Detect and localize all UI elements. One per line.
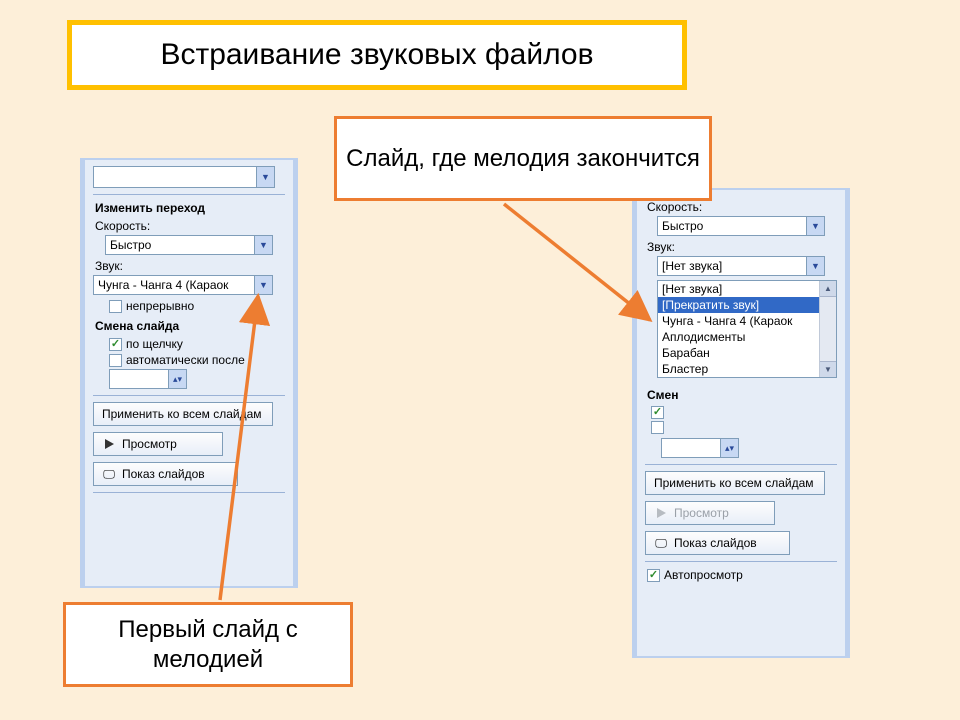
transition-panel-right: Скорость: Быстро ▼ Звук: [Нет звука] ▼ [… — [632, 188, 850, 658]
slideshow-label: Показ слайдов — [122, 467, 205, 481]
preview-label-r: Просмотр — [674, 506, 729, 520]
loop-checkbox[interactable] — [109, 300, 122, 313]
list-item[interactable]: Чунга - Чанга 4 (Караок — [658, 313, 836, 329]
chevron-down-icon: ▼ — [254, 276, 272, 294]
play-icon — [654, 506, 668, 520]
preview-label: Просмотр — [122, 437, 177, 451]
slide-title-text: Встраивание звуковых файлов — [160, 38, 593, 72]
list-item[interactable]: [Прекратить звук] — [658, 297, 836, 313]
apply-all-button-r[interactable]: Применить ко всем слайдам — [645, 471, 825, 495]
on-click-checkbox[interactable]: ✓ — [109, 338, 122, 351]
auto-after-label: автоматически после — [126, 353, 245, 367]
auto-after-time-r[interactable]: ▴▾ — [661, 438, 739, 458]
top-dropdown[interactable]: ▼ — [93, 166, 275, 188]
callout-first-slide: Первый слайд с мелодией — [63, 602, 353, 687]
section-advance: Смена слайда — [95, 319, 285, 333]
spinner-icon: ▴▾ — [168, 370, 186, 388]
auto-after-checkbox[interactable] — [109, 354, 122, 367]
speed-dropdown-r[interactable]: Быстро ▼ — [657, 216, 825, 236]
apply-all-button[interactable]: Применить ко всем слайдам — [93, 402, 273, 426]
list-item[interactable]: [Нет звука] — [658, 281, 836, 297]
scrollbar[interactable]: ▲ ▼ — [819, 281, 836, 377]
chevron-down-icon: ▼ — [806, 217, 824, 235]
sound-option-list[interactable]: [Нет звука] [Прекратить звук] Чунга - Ча… — [657, 280, 837, 378]
list-item[interactable]: Бластер — [658, 361, 836, 377]
sound-value-r: [Нет звука] — [658, 259, 806, 273]
speed-label: Скорость: — [95, 219, 285, 233]
chevron-down-icon: ▼ — [806, 257, 824, 275]
scroll-up-icon[interactable]: ▲ — [820, 281, 836, 297]
loop-label: непрерывно — [126, 299, 194, 313]
sound-label: Звук: — [95, 259, 285, 273]
section-advance-r: Смен — [647, 388, 673, 402]
sound-dropdown-r[interactable]: [Нет звука] ▼ — [657, 256, 825, 276]
sound-dropdown[interactable]: Чунга - Чанга 4 (Караок ▼ — [93, 275, 273, 295]
slideshow-label-r: Показ слайдов — [674, 536, 757, 550]
auto-after-checkbox-r[interactable] — [651, 421, 664, 434]
speed-dropdown[interactable]: Быстро ▼ — [105, 235, 273, 255]
autopreview-checkbox[interactable]: ✓ — [647, 569, 660, 582]
chevron-down-icon: ▼ — [256, 167, 274, 187]
chevron-down-icon: ▼ — [254, 236, 272, 254]
on-click-checkbox-r[interactable]: ✓ — [651, 406, 664, 419]
transition-panel-left: ▼ Изменить переход Скорость: Быстро ▼ Зв… — [80, 158, 298, 588]
list-item[interactable]: Аплодисменты — [658, 329, 836, 345]
sound-label-r: Звук: — [647, 240, 837, 254]
apply-all-label-r: Применить ко всем слайдам — [654, 476, 814, 490]
scroll-down-icon[interactable]: ▼ — [820, 361, 836, 377]
slide-title: Встраивание звуковых файлов — [67, 20, 687, 90]
sound-value: Чунга - Чанга 4 (Караок — [94, 278, 254, 292]
spinner-icon: ▴▾ — [720, 439, 738, 457]
on-click-label: по щелчку — [126, 337, 183, 351]
preview-button-r[interactable]: Просмотр — [645, 501, 775, 525]
slideshow-button[interactable]: 🖵 Показ слайдов — [93, 462, 238, 486]
callout-end-slide-text: Слайд, где мелодия закончится — [346, 144, 700, 174]
apply-all-label: Применить ко всем слайдам — [102, 407, 262, 421]
auto-after-time[interactable]: ▴▾ — [109, 369, 187, 389]
list-item[interactable]: Барабан — [658, 345, 836, 361]
callout-end-slide: Слайд, где мелодия закончится — [334, 116, 712, 201]
section-transition: Изменить переход — [95, 201, 285, 215]
speed-label-r: Скорость: — [647, 200, 837, 214]
preview-button[interactable]: Просмотр — [93, 432, 223, 456]
monitor-icon: 🖵 — [654, 536, 668, 550]
slideshow-button-r[interactable]: 🖵 Показ слайдов — [645, 531, 790, 555]
autopreview-label: Автопросмотр — [664, 568, 743, 582]
play-icon — [102, 437, 116, 451]
callout-first-slide-text: Первый слайд с мелодией — [66, 615, 350, 675]
speed-value: Быстро — [106, 238, 254, 252]
monitor-icon: 🖵 — [102, 467, 116, 481]
speed-value-r: Быстро — [658, 219, 806, 233]
